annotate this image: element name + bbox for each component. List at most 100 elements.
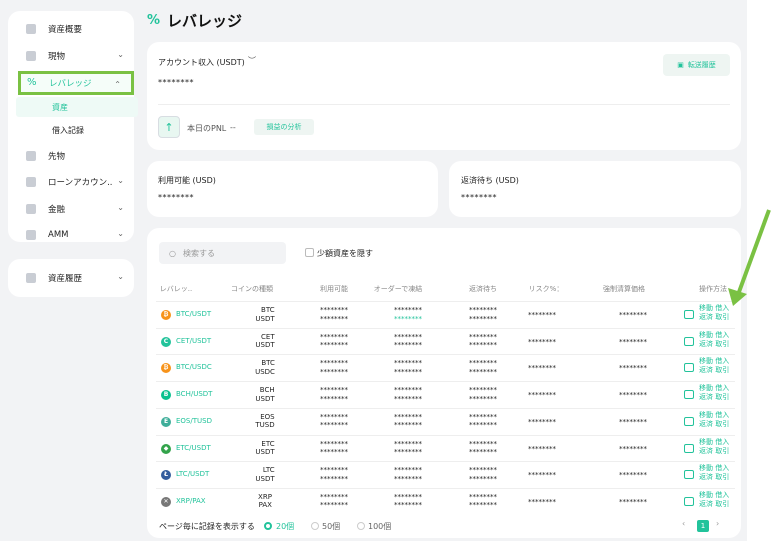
pnl-value: -- <box>230 123 236 132</box>
pair-name[interactable]: ETC/USDT <box>176 444 211 452</box>
coin-quote: PAX <box>258 501 272 510</box>
coin-base: EOS <box>260 412 275 421</box>
repay-quote: ******** <box>469 474 497 483</box>
available-values: ******** ******** <box>320 493 348 510</box>
eye-toggle-icon[interactable]: ︶ <box>248 55 256 66</box>
sidebar-item-loan-account[interactable]: ローンアカウン.. ⌄ <box>16 170 134 194</box>
repay-link[interactable]: 返済 <box>699 340 713 348</box>
sidebar-item-finance[interactable]: 金融 ⌄ <box>16 197 134 221</box>
pair-name[interactable]: BCH/USDT <box>176 390 212 398</box>
sidebar: 資産概要 現物 ⌄ % レバレッジ ⌃ 資産 借入記録 先物 ローンアカウン.. ⌄ 金… <box>8 11 138 242</box>
move-link[interactable]: 移動 <box>699 357 713 365</box>
borrow-link[interactable]: 借入 <box>715 331 729 339</box>
available-card <box>147 161 438 217</box>
sidebar-item-asset-history[interactable]: 資産履歴 ⌄ <box>16 266 134 290</box>
per-page-radio-20[interactable] <box>264 522 272 530</box>
chart-icon[interactable] <box>684 470 694 480</box>
borrow-link[interactable]: 借入 <box>715 438 729 446</box>
chart-icon[interactable] <box>684 336 694 346</box>
chevron-down-icon: ⌄ <box>117 272 124 281</box>
move-link[interactable]: 移動 <box>699 331 713 339</box>
col-header-actions: 操作方法 <box>699 285 727 293</box>
trade-link[interactable]: 取引 <box>715 473 729 481</box>
risk-value: ******** <box>528 311 556 319</box>
pair-name[interactable]: XRP/PAX <box>176 497 206 505</box>
table-row: ◆ ETC/USDT ETC USDT ******** ******** ********… <box>156 434 735 461</box>
col-header-risk: リスク%： <box>528 285 564 293</box>
available-base: ******** <box>320 332 348 341</box>
available-base: ******** <box>320 492 348 501</box>
repay-link[interactable]: 返済 <box>699 420 713 428</box>
borrow-link[interactable]: 借入 <box>715 464 729 472</box>
move-link[interactable]: 移動 <box>699 304 713 312</box>
repay-link[interactable]: 返済 <box>699 366 713 374</box>
pair-name[interactable]: CET/USDT <box>176 337 211 345</box>
per-page-option-50[interactable]: 50個 <box>322 521 340 532</box>
sidebar-item-spot[interactable]: 現物 ⌄ <box>16 44 134 68</box>
sidebar-item-leverage[interactable]: % レバレッジ ⌃ <box>18 71 134 95</box>
next-page-icon[interactable]: › <box>716 519 719 528</box>
pair-name[interactable]: BTC/USDT <box>176 310 211 318</box>
chart-icon[interactable] <box>684 496 694 506</box>
chart-icon[interactable] <box>684 310 694 319</box>
borrow-link[interactable]: 借入 <box>715 411 729 419</box>
chart-icon[interactable] <box>684 416 694 426</box>
chart-icon[interactable] <box>684 390 694 400</box>
frozen-values: ******** ******** <box>394 306 422 323</box>
repay-quote: ******** <box>469 448 497 456</box>
coin-icon <box>26 51 36 61</box>
trade-link[interactable]: 取引 <box>715 447 729 455</box>
per-page-radio-50[interactable] <box>311 522 319 530</box>
available-value: ******** <box>158 193 194 202</box>
borrow-link[interactable]: 借入 <box>715 357 729 365</box>
move-link[interactable]: 移動 <box>699 438 713 446</box>
risk-value: ******** <box>528 444 556 453</box>
search-input[interactable]: ○ 検索する <box>159 242 286 264</box>
sidebar-subitem-borrow-records[interactable]: 借入記録 <box>16 120 138 140</box>
trade-link[interactable]: 取引 <box>715 420 729 428</box>
repay-link[interactable]: 返済 <box>699 447 713 455</box>
trade-link[interactable]: 取引 <box>715 313 729 321</box>
prev-page-icon[interactable]: ‹ <box>682 519 685 528</box>
pair-name[interactable]: EOS/TUSD <box>176 417 212 425</box>
repay-link[interactable]: 返済 <box>699 313 713 321</box>
trade-link[interactable]: 取引 <box>715 366 729 374</box>
chart-icon[interactable] <box>684 443 694 453</box>
move-link[interactable]: 移動 <box>699 384 713 392</box>
trade-link[interactable]: 取引 <box>715 393 729 401</box>
coin-quote: USDT <box>255 341 275 350</box>
repay-quote: ******** <box>469 314 497 323</box>
repay-base: ******** <box>469 306 497 314</box>
move-link[interactable]: 移動 <box>699 464 713 472</box>
coin-quote: USDT <box>255 474 275 483</box>
move-link[interactable]: 移動 <box>699 411 713 419</box>
sidebar-item-futures[interactable]: 先物 <box>16 144 134 168</box>
sidebar-item-amm[interactable]: AMM ⌄ <box>16 223 134 247</box>
per-page-radio-100[interactable] <box>357 522 365 530</box>
repay-link[interactable]: 返済 <box>699 473 713 481</box>
transfer-history-button[interactable]: ▣ 転送履歴 <box>663 54 730 76</box>
per-page-option-100[interactable]: 100個 <box>368 521 391 532</box>
risk-value: ******** <box>528 497 556 506</box>
repay-link[interactable]: 返済 <box>699 393 713 401</box>
chart-icon[interactable] <box>684 363 694 373</box>
sidebar-item-assets-overview[interactable]: 資産概要 <box>16 17 134 41</box>
repay-link[interactable]: 返済 <box>699 500 713 508</box>
col-header-available: 利用可能 <box>320 285 348 293</box>
borrow-link[interactable]: 借入 <box>715 491 729 499</box>
chevron-down-icon: ⌄ <box>117 203 124 212</box>
pnl-analysis-button[interactable]: 損益の分析 <box>254 119 314 135</box>
coin-quote: USDT <box>255 314 275 323</box>
pair-name[interactable]: BTC/USDC <box>176 363 212 371</box>
per-page-option-20[interactable]: 20個 <box>276 521 294 532</box>
move-link[interactable]: 移動 <box>699 491 713 499</box>
available-quote: ******** <box>320 421 348 430</box>
page-number[interactable]: 1 <box>697 520 709 532</box>
trade-link[interactable]: 取引 <box>715 500 729 508</box>
borrow-link[interactable]: 借入 <box>715 384 729 392</box>
hide-small-checkbox[interactable] <box>305 248 314 257</box>
sidebar-subitem-assets[interactable]: 資産 <box>16 97 138 117</box>
trade-link[interactable]: 取引 <box>715 340 729 348</box>
frozen-base: ******** <box>394 359 422 368</box>
pair-name[interactable]: LTC/USDT <box>176 470 209 478</box>
